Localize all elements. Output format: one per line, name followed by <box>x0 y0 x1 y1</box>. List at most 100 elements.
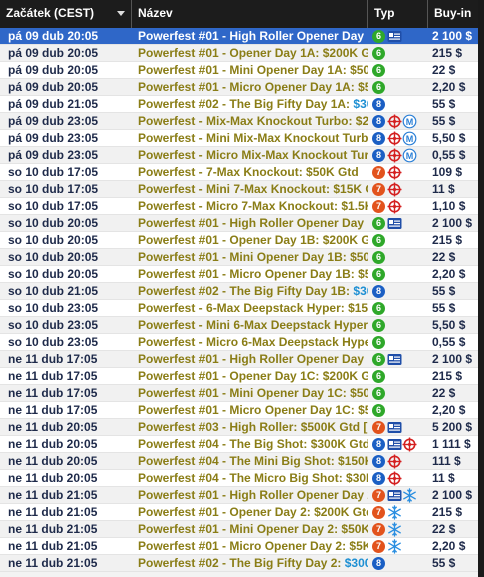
tournament-name: Powerfest - 7-Max Knockout: $50K Gtd <box>132 164 368 181</box>
table-row[interactable]: pá 09 dub 23:05 Powerfest - Mini Mix-Max … <box>0 130 478 147</box>
table-row[interactable]: so 10 dub 23:05 Powerfest - Mini 6-Max De… <box>0 317 478 334</box>
table-row[interactable]: ne 11 dub 20:05 Powerfest #04 - The Mini … <box>0 453 478 470</box>
ticket-icon <box>387 29 402 44</box>
tournament-name-text: Powerfest #01 - Mini Opener Day 1B: $50K… <box>138 250 368 264</box>
start-time: so 10 dub 17:05 <box>8 199 99 213</box>
start-time: ne 11 dub 21:05 <box>8 522 98 536</box>
tournament-name-text: Powerfest #01 - Opener Day 1C: $200K Gtd… <box>138 369 368 383</box>
max-players-badge: 6 <box>372 404 385 417</box>
scrollbar[interactable] <box>478 0 484 577</box>
table-row[interactable]: so 10 dub 20:05 Powerfest #01 - High Roll… <box>0 215 478 232</box>
tournament-type: 6 <box>372 334 428 351</box>
tournament-type: 6 <box>372 266 428 283</box>
tournament-name: Powerfest - Micro 7-Max Knockout: $1.5K … <box>132 198 368 215</box>
knockout-icon <box>402 437 417 452</box>
start-time: so 10 dub 20:05 <box>8 267 99 281</box>
table-row[interactable]: pá 09 dub 20:05 Powerfest #01 - High Roll… <box>0 28 478 45</box>
tournament-name-text: Powerfest #01 - Opener Day 1B: $200K Gtd… <box>138 233 368 247</box>
table-row[interactable]: pá 09 dub 23:05 Powerfest - Micro Mix-Max… <box>0 147 478 164</box>
max-players-badge: 6 <box>372 336 385 349</box>
table-row[interactable]: ne 11 dub 17:05 Powerfest #01 - Mini Open… <box>0 385 478 402</box>
buyin-value: 5,50 $ <box>432 318 466 332</box>
table-row[interactable]: so 10 dub 21:05 Powerfest #02 - The Big F… <box>0 283 478 300</box>
tournament-type: 6 <box>372 300 428 317</box>
tournament-name-text: Powerfest #04 - The Big Shot: $300K Gtd … <box>138 437 368 451</box>
tournament-name: Powerfest - Micro Mix-Max Knockout Turbo… <box>132 147 368 164</box>
table-row[interactable]: so 10 dub 23:05 Powerfest - Micro 6-Max D… <box>0 334 478 351</box>
table-row[interactable]: ne 11 dub 21:05 Powerfest #01 - Opener Da… <box>0 504 478 521</box>
table-row[interactable]: so 10 dub 20:05 Powerfest #01 - Micro Ope… <box>0 266 478 283</box>
table-row[interactable]: pá 09 dub 20:05 Powerfest #01 - Mini Open… <box>0 62 478 79</box>
table-row[interactable]: ne 11 dub 20:05 Powerfest #04 - The Big S… <box>0 436 478 453</box>
max-players-badge: 6 <box>372 387 385 400</box>
buyin-value: 2 100 $ <box>432 216 473 230</box>
table-row[interactable]: pá 09 dub 21:05 Powerfest #02 - The Big F… <box>0 96 478 113</box>
mixmax-icon: M <box>402 114 417 129</box>
tournament-type: 6 <box>372 62 428 79</box>
table-row[interactable]: so 10 dub 20:05 Powerfest #01 - Mini Open… <box>0 249 478 266</box>
table-row[interactable]: ne 11 dub 21:05 Powerfest #02 - The Big F… <box>0 555 478 572</box>
snowflake-icon <box>387 539 402 554</box>
buyin-value: 11 $ <box>432 182 455 196</box>
table-row[interactable]: ne 11 dub 21:05 Powerfest #01 - Mini Open… <box>0 521 478 538</box>
table-row[interactable]: ne 11 dub 17:05 Powerfest #01 - Micro Ope… <box>0 402 478 419</box>
tournament-list: pá 09 dub 20:05 Powerfest #01 - High Roll… <box>0 28 478 572</box>
tournament-name: Powerfest #01 - High Roller Opener Day 1… <box>132 215 368 232</box>
column-header-buyin[interactable]: Buy-in <box>428 0 478 28</box>
table-row[interactable]: ne 11 dub 21:05 Powerfest #01 - High Roll… <box>0 487 478 504</box>
tournament-type: 6 <box>372 317 428 334</box>
table-row[interactable]: so 10 dub 17:05 Powerfest - Mini 7-Max Kn… <box>0 181 478 198</box>
knockout-icon <box>387 199 402 214</box>
max-players-badge: 8 <box>372 98 385 111</box>
buyin-value: 2,20 $ <box>432 539 466 553</box>
column-header-start[interactable]: Začátek (CEST) <box>0 0 132 28</box>
buyin-value: 215 $ <box>432 369 463 383</box>
column-header-name[interactable]: Název <box>132 0 368 28</box>
table-row[interactable]: ne 11 dub 21:05 Powerfest #01 - Micro Ope… <box>0 538 478 555</box>
buyin-value: 215 $ <box>432 233 463 247</box>
tournament-name-text: Powerfest #03 - High Roller: $500K Gtd [… <box>138 420 368 434</box>
buyin-value: 2 100 $ <box>432 29 473 43</box>
start-time: so 10 dub 23:05 <box>8 318 99 332</box>
table-row[interactable]: ne 11 dub 17:05 Powerfest #01 - Opener Da… <box>0 368 478 385</box>
tournament-name: Powerfest #01 - Micro Opener Day 2: $5K … <box>132 538 368 555</box>
start-time: pá 09 dub 20:05 <box>8 80 99 94</box>
table-row[interactable]: so 10 dub 23:05 Powerfest - 6-Max Deepsta… <box>0 300 478 317</box>
start-time: so 10 dub 20:05 <box>8 250 99 264</box>
tournament-lobby: Začátek (CEST) Název Typ Buy-in pá 09 du… <box>0 0 484 577</box>
table-row[interactable]: so 10 dub 17:05 Powerfest - 7-Max Knockou… <box>0 164 478 181</box>
column-header-buyin-label: Buy-in <box>434 6 472 20</box>
tournament-name: Powerfest #01 - High Roller Opener Day 1… <box>132 351 368 368</box>
tournament-type: 7 <box>372 487 428 504</box>
start-time: ne 11 dub 20:05 <box>8 471 98 485</box>
tournament-name: Powerfest #01 - Micro Opener Day 1B: $5K… <box>132 266 368 283</box>
knockout-icon <box>387 182 402 197</box>
tournament-name-text: Powerfest #01 - High Roller Opener Day 1… <box>138 352 368 366</box>
start-time: so 10 dub 23:05 <box>8 301 99 315</box>
max-players-badge: 6 <box>372 302 385 315</box>
tournament-name: Powerfest #01 - Opener Day 1A: $200K Gtd… <box>132 45 368 62</box>
tournament-name: Powerfest #02 - The Big Fifty Day 2: $30… <box>132 555 368 572</box>
tournament-type: 6 <box>372 215 428 232</box>
column-header-start-label: Začátek (CEST) <box>6 6 95 20</box>
column-header-type[interactable]: Typ <box>368 0 428 28</box>
table-row[interactable]: ne 11 dub 17:05 Powerfest #01 - High Roll… <box>0 351 478 368</box>
max-players-badge: 8 <box>372 149 385 162</box>
buyin-value: 109 $ <box>432 165 463 179</box>
tournament-type: 8M <box>372 113 428 130</box>
table-row[interactable]: so 10 dub 17:05 Powerfest - Micro 7-Max K… <box>0 198 478 215</box>
table-row[interactable]: pá 09 dub 20:05 Powerfest #01 - Micro Ope… <box>0 79 478 96</box>
tournament-type: 7 <box>372 521 428 538</box>
table-row[interactable]: pá 09 dub 20:05 Powerfest #01 - Opener Da… <box>0 45 478 62</box>
tournament-name: Powerfest - Mini Mix-Max Knockout Turbo:… <box>132 130 368 147</box>
tournament-type: 6 <box>372 402 428 419</box>
table-row[interactable]: ne 11 dub 20:05 Powerfest #03 - High Roll… <box>0 419 478 436</box>
buyin-value: 1 111 $ <box>432 437 471 451</box>
table-row[interactable]: so 10 dub 20:05 Powerfest #01 - Opener Da… <box>0 232 478 249</box>
max-players-badge: 8 <box>372 557 385 570</box>
sort-desc-icon[interactable] <box>117 11 125 16</box>
start-time: pá 09 dub 23:05 <box>8 148 99 162</box>
table-row[interactable]: ne 11 dub 20:05 Powerfest #04 - The Micro… <box>0 470 478 487</box>
tournament-name-text: Powerfest #04 - The Mini Big Shot: $150K… <box>138 454 368 468</box>
table-row[interactable]: pá 09 dub 23:05 Powerfest - Mix-Max Knock… <box>0 113 478 130</box>
